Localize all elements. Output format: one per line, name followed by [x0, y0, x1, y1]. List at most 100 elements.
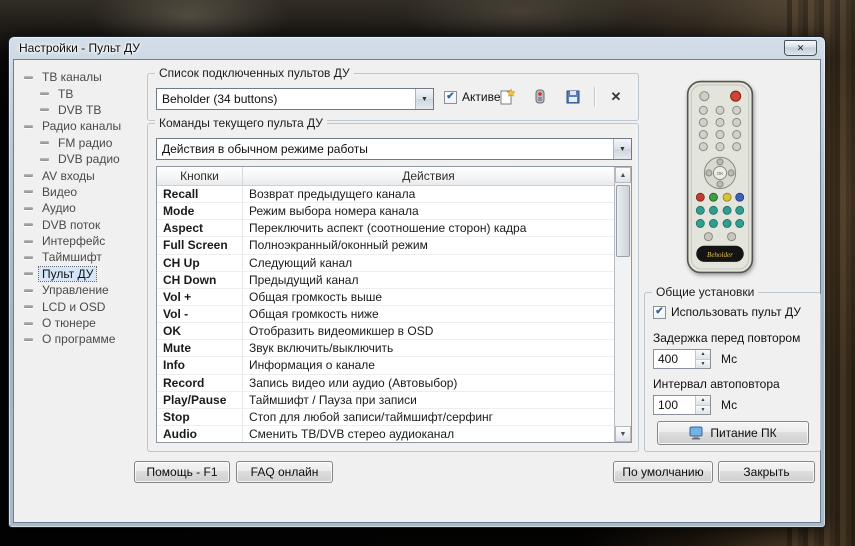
- window-close-button[interactable]: ✕: [784, 40, 817, 56]
- sidebar-item[interactable]: FM радио: [24, 135, 144, 151]
- command-table-row[interactable]: StopСтоп для любой записи/таймшифт/серфи…: [157, 409, 614, 426]
- command-table-row[interactable]: CH UpСледующий канал: [157, 255, 614, 272]
- tree-item-icon: [24, 190, 33, 193]
- command-table-row[interactable]: OKОтобразить видеомикшер в OSD: [157, 323, 614, 340]
- table-scrollbar: ▲ ▼: [614, 167, 631, 442]
- chevron-down-icon: ▼: [415, 89, 433, 109]
- sidebar-item[interactable]: Аудио: [24, 200, 144, 216]
- delete-remote-button[interactable]: ✕: [604, 85, 628, 109]
- command-table-row[interactable]: CH DownПредыдущий канал: [157, 272, 614, 289]
- remote-list-group: Список подключенных пультов ДУ Beholder …: [147, 73, 639, 121]
- sidebar-item[interactable]: AV входы: [24, 167, 144, 183]
- sidebar-item-label: FM радио: [55, 136, 115, 150]
- command-mode-select[interactable]: Действия в обычном режиме работы ▼: [156, 138, 632, 160]
- command-table-row[interactable]: Play/PauseТаймшифт / Пауза при записи: [157, 392, 614, 409]
- sidebar-item[interactable]: Управление: [24, 282, 144, 298]
- repeat-interval-input[interactable]: [654, 396, 695, 414]
- save-remote-icon: [564, 88, 582, 106]
- command-button-cell: CH Up: [157, 255, 243, 271]
- command-button-cell: Full Screen: [157, 237, 243, 253]
- sidebar-item-label: Управление: [39, 283, 112, 297]
- pc-power-button[interactable]: Питание ПК: [657, 421, 809, 445]
- sidebar-item[interactable]: О программе: [24, 331, 144, 347]
- command-table-row[interactable]: Full ScreenПолноэкранный/оконный режим: [157, 237, 614, 254]
- toolbar-separator: [594, 87, 595, 107]
- learn-remote-button[interactable]: [528, 85, 552, 109]
- close-dialog-button[interactable]: Закрыть: [718, 461, 815, 483]
- sidebar-item[interactable]: Радио каналы: [24, 118, 144, 134]
- sidebar-item[interactable]: ТВ: [24, 85, 144, 101]
- defaults-button[interactable]: По умолчанию: [613, 461, 713, 483]
- sidebar-item-label: ТВ: [55, 87, 76, 101]
- command-table-row[interactable]: InfoИнформация о канале: [157, 357, 614, 374]
- command-action-cell: Отобразить видеомикшер в OSD: [243, 323, 614, 339]
- save-remote-button[interactable]: [561, 85, 585, 109]
- command-action-cell: Общая громкость выше: [243, 289, 614, 305]
- sidebar-item[interactable]: ТВ каналы: [24, 69, 144, 85]
- command-table-row[interactable]: Vol -Общая громкость ниже: [157, 306, 614, 323]
- remote-toolbar: ✕: [495, 85, 628, 109]
- sidebar-item[interactable]: Таймшифт: [24, 249, 144, 265]
- repeat-delay-input[interactable]: [654, 350, 695, 368]
- scrollbar-track[interactable]: [615, 183, 631, 426]
- spin-up-icon[interactable]: ▲: [696, 350, 710, 360]
- command-button-cell: Vol +: [157, 289, 243, 305]
- sidebar-item-label: Таймшифт: [39, 250, 105, 264]
- sidebar-item[interactable]: DVB ТВ: [24, 102, 144, 118]
- scroll-down-button[interactable]: ▼: [615, 426, 631, 442]
- add-remote-button[interactable]: [495, 85, 519, 109]
- sidebar-item[interactable]: Интерфейс: [24, 233, 144, 249]
- command-table-row[interactable]: MuteЗвук включить/выключить: [157, 340, 614, 357]
- sidebar-item[interactable]: Видео: [24, 184, 144, 200]
- column-header-actions[interactable]: Действия: [243, 167, 614, 185]
- column-header-buttons[interactable]: Кнопки: [157, 167, 243, 185]
- commands-group: Команды текущего пульта ДУ Действия в об…: [147, 123, 639, 452]
- remote-control-image: OK Beholder: [686, 80, 754, 274]
- repeat-delay-spinner: ▲ ▼: [653, 349, 711, 369]
- commands-table-body: RecallВозврат предыдущего каналаModeРежи…: [157, 186, 614, 442]
- window-titlebar[interactable]: Настройки - Пульт ДУ ✕: [9, 37, 825, 59]
- command-action-cell: Таймшифт / Пауза при записи: [243, 392, 614, 408]
- settings-tree: ТВ каналыТВDVB ТВРадио каналыFM радиоDVB…: [24, 69, 144, 348]
- repeat-interval-label: Интервал автоповтора: [653, 377, 780, 391]
- tree-item-icon: [40, 92, 49, 95]
- sidebar-item[interactable]: DVB радио: [24, 151, 144, 167]
- spin-down-icon[interactable]: ▼: [696, 406, 710, 415]
- sidebar-item[interactable]: LCD и OSD: [24, 298, 144, 314]
- repeat-delay-unit: Мс: [721, 352, 737, 366]
- general-settings-group: Общие установки ✔ Использовать пульт ДУ …: [644, 292, 821, 452]
- svg-text:OK: OK: [717, 171, 724, 176]
- command-table-row[interactable]: AspectПереключить аспект (соотношение ст…: [157, 220, 614, 237]
- sidebar-item[interactable]: О тюнере: [24, 315, 144, 331]
- command-table-row[interactable]: ModeРежим выбора номера канала: [157, 203, 614, 220]
- scrollbar-thumb[interactable]: [616, 185, 630, 257]
- remote-list-group-title: Список подключенных пультов ДУ: [155, 66, 354, 80]
- tree-item-icon: [24, 223, 33, 226]
- sidebar-item-label: ТВ каналы: [39, 70, 105, 84]
- command-table-row[interactable]: RecallВозврат предыдущего канала: [157, 186, 614, 203]
- command-button-cell: Mode: [157, 203, 243, 219]
- new-remote-icon: [498, 88, 516, 106]
- remote-select[interactable]: Beholder (34 buttons) ▼: [156, 88, 434, 110]
- sidebar-item[interactable]: Пульт ДУ: [24, 266, 144, 282]
- sidebar-item[interactable]: DVB поток: [24, 217, 144, 233]
- spin-down-icon[interactable]: ▼: [696, 360, 710, 369]
- help-button[interactable]: Помощь - F1: [134, 461, 230, 483]
- spin-up-icon[interactable]: ▲: [696, 396, 710, 406]
- command-action-cell: Запись видео или аудио (Автовыбор): [243, 375, 614, 391]
- tree-item-icon: [40, 158, 49, 161]
- learn-remote-icon: [531, 88, 549, 106]
- checkmark-icon: ✔: [653, 306, 666, 319]
- command-action-cell: Возврат предыдущего канала: [243, 186, 614, 202]
- command-table-row[interactable]: Vol +Общая громкость выше: [157, 289, 614, 306]
- close-icon: ✕: [797, 43, 805, 54]
- use-remote-checkbox[interactable]: ✔ Использовать пульт ДУ: [653, 305, 801, 319]
- sidebar-item-label: DVB поток: [39, 218, 103, 232]
- command-table-row[interactable]: RecordЗапись видео или аудио (Автовыбор): [157, 375, 614, 392]
- use-remote-label: Использовать пульт ДУ: [671, 305, 801, 319]
- command-action-cell: Сменить ТВ/DVB стерео аудиоканал: [243, 426, 614, 442]
- command-button-cell: CH Down: [157, 272, 243, 288]
- command-table-row[interactable]: AudioСменить ТВ/DVB стерео аудиоканал: [157, 426, 614, 442]
- scroll-up-button[interactable]: ▲: [615, 167, 631, 183]
- faq-online-button[interactable]: FAQ онлайн: [236, 461, 333, 483]
